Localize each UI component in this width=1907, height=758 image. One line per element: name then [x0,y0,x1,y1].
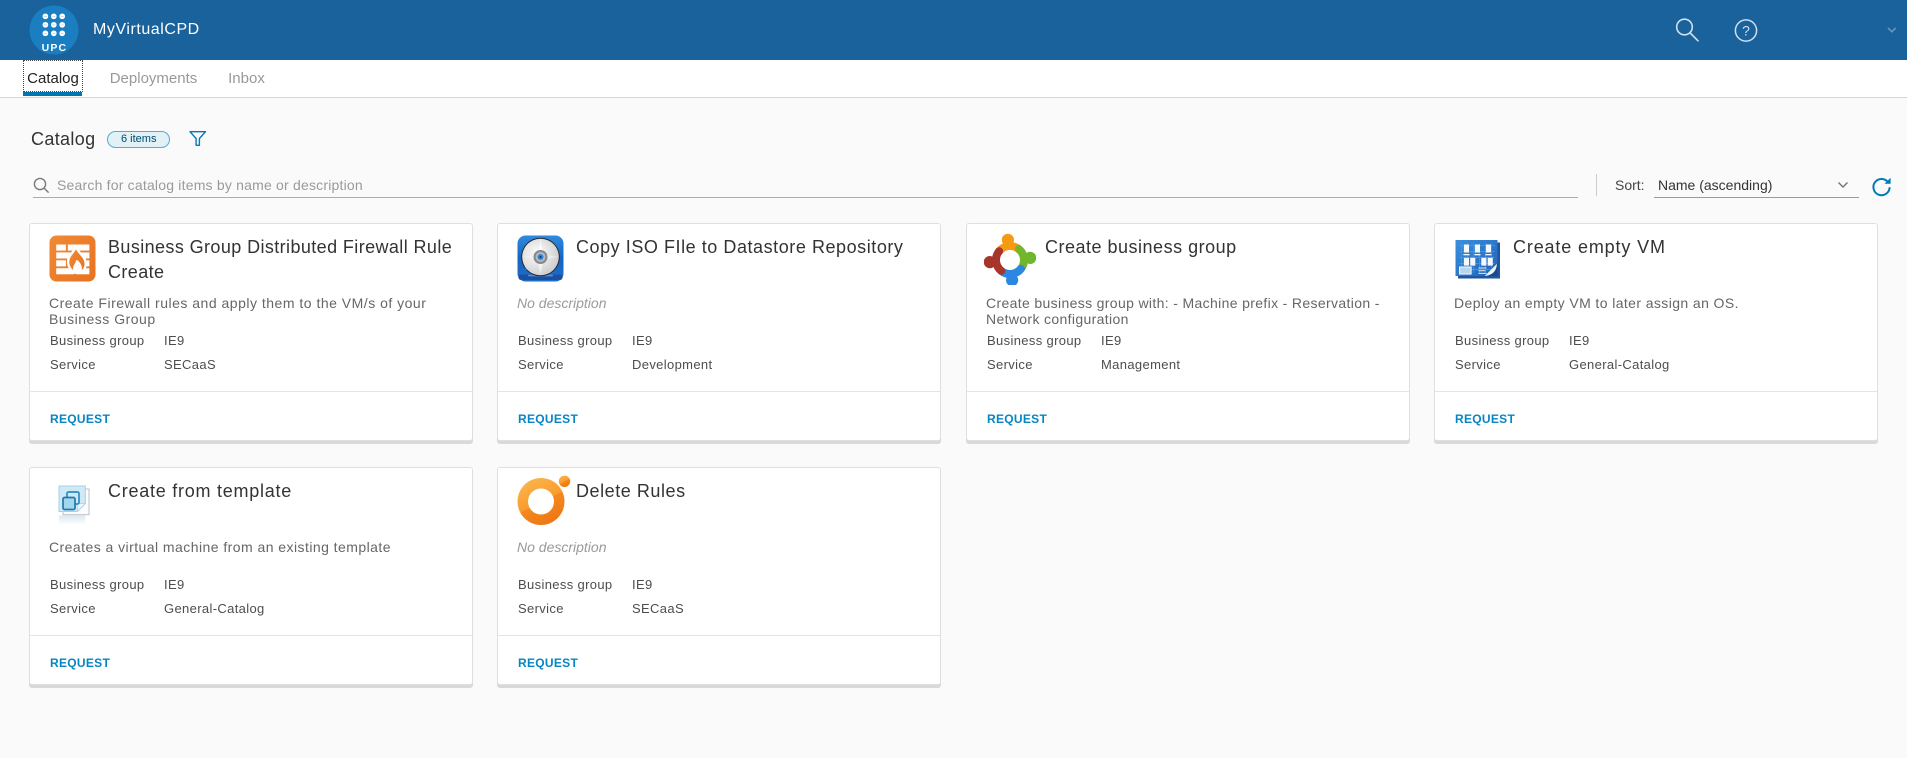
svg-text:?: ? [1742,23,1750,39]
svg-text:UPC: UPC [42,42,67,54]
